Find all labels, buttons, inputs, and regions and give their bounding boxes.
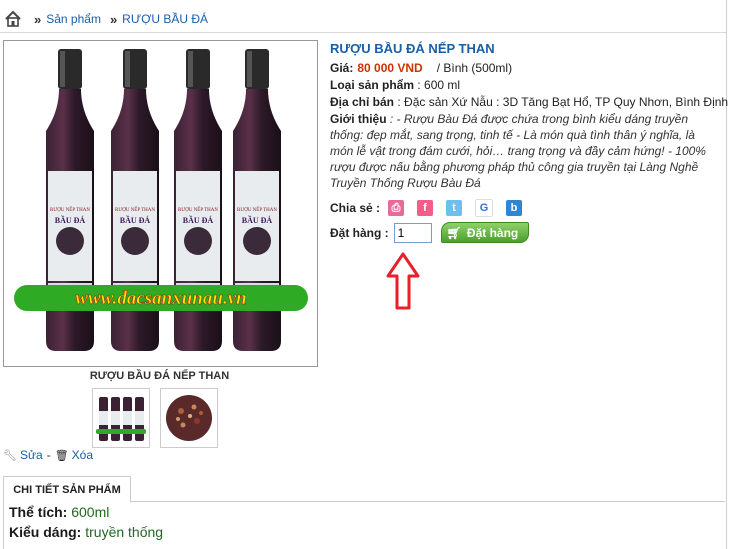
type-row: Loại sản phẩm : 600 ml	[330, 78, 460, 92]
order-button[interactable]: 🛒︎ Đặt hàng	[440, 222, 530, 243]
thumbnail-bottles[interactable]	[92, 388, 150, 448]
watermark-text: www.dacsanxunau.vn	[75, 288, 246, 309]
breadcrumb-current-link[interactable]: RƯỢU BẦU ĐÁ	[122, 12, 208, 26]
delete-link[interactable]: Xóa	[72, 448, 93, 462]
twitter-icon[interactable]: t	[446, 200, 463, 216]
price-value: 80 000 VND	[357, 61, 423, 75]
spec-style: Kiểu dáng: truyền thống	[4, 523, 726, 542]
intro-text: : - Rượu Bàu Đá được chứa trong bình kiể…	[330, 112, 706, 190]
bottle-label: RƯỢU NẾP THAN	[178, 207, 218, 213]
print-icon[interactable]: ⎙	[388, 200, 405, 216]
trash-icon: 🗑︎	[54, 449, 69, 462]
bottle-label: RƯỢU NẾP THAN	[50, 207, 90, 213]
separator: -	[46, 448, 51, 462]
bottle-label: RƯỢU NẾP THAN	[115, 207, 155, 213]
share-row: Chia sẻ : ⎙ f t G b	[330, 199, 523, 217]
edit-link[interactable]: Sửa	[20, 448, 43, 462]
product-title: RƯỢU BẦU ĐÁ NẾP THAN	[330, 41, 495, 56]
spec-volume: Thể tích: 600ml	[4, 503, 726, 522]
breadcrumb-separator: »	[109, 11, 118, 27]
intro-row: Giới thiệu : - Rượu Bàu Đá được chứa tro…	[330, 111, 718, 191]
spec-value: truyền thống	[85, 524, 164, 540]
bottle-label: BẦU ĐÁ	[55, 215, 86, 225]
spec-label: Thể tích:	[9, 504, 68, 520]
cart-icon: 🛒︎	[446, 225, 462, 240]
price-label: Giá:	[330, 61, 354, 75]
order-button-label: Đặt hàng	[466, 225, 519, 240]
wrench-icon: 🔧︎	[3, 449, 17, 462]
breadcrumb-separator: »	[34, 11, 42, 27]
bottle-label: RƯỢU NẾP THAN	[237, 207, 277, 213]
image-caption: RƯỢU BẦU ĐÁ NẾP THAN	[89, 370, 230, 382]
type-value: : 600 ml	[417, 78, 461, 92]
intro-label: Giới thiệu	[330, 112, 387, 126]
price-row: Giá: 80 000 VND / Bình (500ml)	[330, 61, 512, 75]
spec-label: Kiểu dáng:	[9, 524, 82, 540]
bottle-label: BẦU ĐÁ	[183, 215, 214, 225]
details-panel: Thể tích: 600ml Kiểu dáng: truyền thống	[3, 502, 726, 549]
price-unit: / Bình (500ml)	[436, 61, 513, 75]
product-image[interactable]: RƯỢU NẾP THAN RƯỢU NẾP THAN RƯỢU NẾP THA…	[3, 40, 318, 367]
seller-row: Địa chỉ bán : Đặc sản Xứ Nẫu : 3D Tăng B…	[330, 95, 728, 109]
share-label: Chia sẻ :	[330, 201, 381, 215]
divider	[726, 0, 727, 549]
home-icon[interactable]	[4, 10, 22, 28]
seller-value: : Đặc sản Xứ Nẫu : 3D Tăng Bạt Hổ, TP Qu…	[397, 95, 729, 109]
details-tabbar: CHI TIẾT SẢN PHẨM	[3, 476, 725, 503]
google-icon[interactable]: G	[475, 199, 494, 217]
seller-label: Địa chỉ bán	[330, 95, 395, 109]
bottle-label: BẦU ĐÁ	[120, 215, 151, 225]
type-label: Loại sản phẩm	[330, 78, 415, 92]
bookmark-icon[interactable]: b	[506, 200, 523, 216]
admin-actions: 🔧︎ Sửa - 🗑︎ Xóa	[3, 448, 93, 462]
quantity-input[interactable]	[393, 222, 432, 243]
facebook-icon[interactable]: f	[417, 200, 434, 216]
breadcrumb-products-link[interactable]: Sản phẩm	[46, 12, 101, 26]
order-label: Đặt hàng :	[330, 225, 389, 240]
thumbnail-rice[interactable]	[160, 388, 218, 448]
tab-product-details[interactable]: CHI TIẾT SẢN PHẨM	[3, 476, 131, 503]
order-row: Đặt hàng : 🛒︎ Đặt hàng	[330, 222, 530, 243]
arrow-up-icon	[386, 252, 420, 310]
divider	[0, 32, 727, 33]
spec-value: 600ml	[71, 504, 110, 520]
breadcrumb: » Sản phẩm » RƯỢU BẦU ĐÁ	[4, 8, 217, 30]
bottle-label: BẦU ĐÁ	[242, 215, 273, 225]
